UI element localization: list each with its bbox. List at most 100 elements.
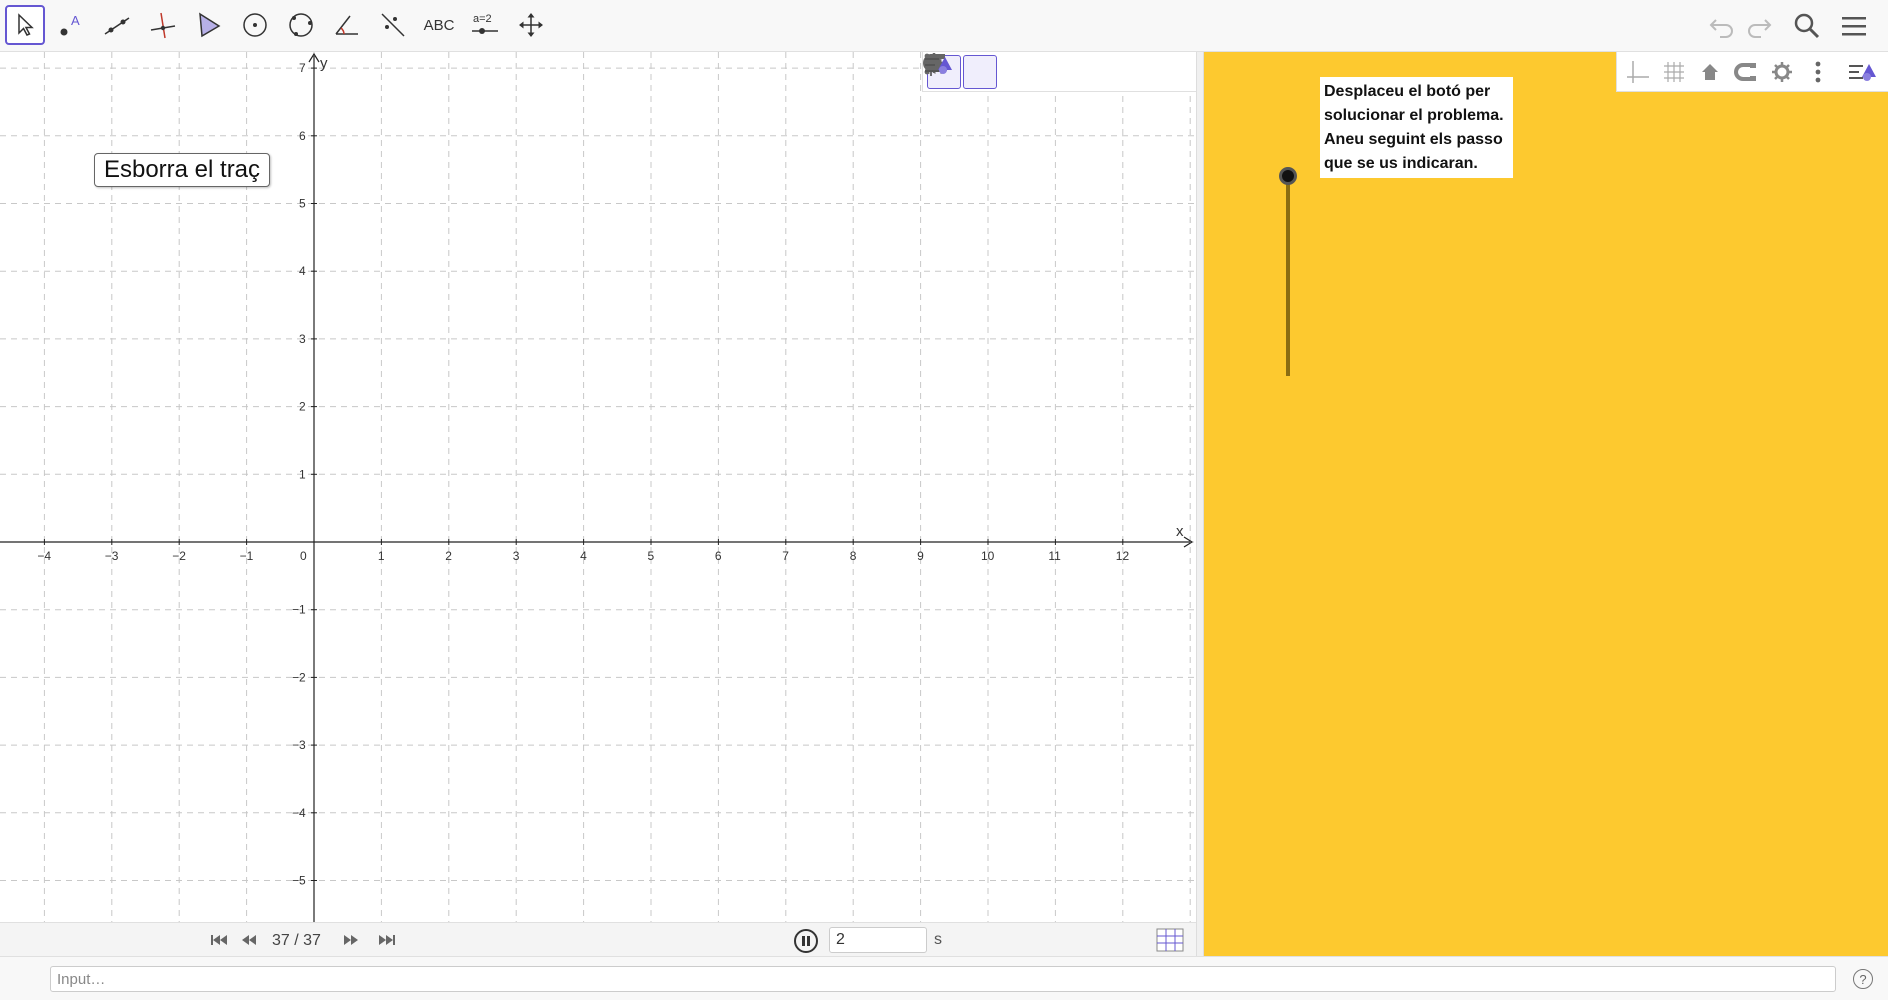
x-tick-label: −4 [37, 549, 51, 563]
last-step-button[interactable] [376, 931, 398, 949]
toggle-axes-button-2[interactable] [1621, 55, 1655, 89]
hamburger-menu-icon [1842, 17, 1866, 36]
previous-step-button[interactable] [238, 931, 260, 949]
vertical-slider-track[interactable] [1286, 176, 1290, 376]
main-toolbar: A ABC a=2 [0, 0, 1888, 52]
graphics-view-1[interactable]: −4 −3 −2 −1 0 1 2 3 4 5 6 7 8 9 10 11 12 7 6 5 4 3 2 1 −1 −2 −3 −4−… [0, 52, 1196, 922]
y-tick-label: −2 [292, 670, 306, 684]
toggle-style-bar-button[interactable] [925, 55, 1185, 89]
x-tick-label: 11 [1048, 549, 1061, 563]
instructions-line-3: Aneu seguint els passo [1324, 131, 1503, 148]
search-button[interactable] [1789, 8, 1825, 44]
point-tool-button[interactable]: A [51, 5, 91, 45]
y-tick-label: −5 [292, 874, 306, 888]
point-icon: A [60, 13, 80, 36]
y-tick-label: 1 [299, 467, 306, 481]
x-tick-label: 3 [513, 549, 520, 563]
y-tick-label: −1 [292, 603, 306, 617]
reflect-tool-button[interactable] [373, 5, 413, 45]
toggle-style-bar-button-2[interactable] [1845, 55, 1879, 89]
y-tick-label: −3 [292, 738, 306, 752]
slider-icon: a=2 [472, 13, 498, 34]
x-tick-label: 2 [445, 549, 452, 563]
perpendicular-line-tool-button[interactable] [143, 5, 183, 45]
next-step-button[interactable] [340, 931, 362, 949]
y-tick-label: 2 [299, 400, 306, 414]
toggle-grid-button[interactable] [925, 54, 997, 89]
table-view-icon [1156, 928, 1184, 952]
y-tick-label: 7 [299, 61, 306, 75]
input-help-button[interactable]: ? [1853, 969, 1873, 989]
slider-tool-button[interactable]: a=2 [465, 5, 505, 45]
graphics-1-style-bar [922, 52, 1196, 92]
home-icon [1702, 63, 1718, 80]
animation-bar: 37 / 37 s [0, 922, 1196, 956]
search-icon [1794, 13, 1820, 39]
x-tick-label: 1 [378, 549, 385, 563]
graphics-2-style-bar [1616, 52, 1888, 92]
more-options-button[interactable] [924, 53, 1141, 89]
svg-text:a=2: a=2 [473, 13, 492, 25]
move-arrows-icon [519, 13, 543, 37]
x-tick-label: 10 [981, 549, 995, 563]
view-divider-handle[interactable] [1196, 52, 1204, 956]
construction-step-label: 37 / 37 [272, 932, 321, 949]
circle-center-icon [243, 13, 267, 37]
angle-tool-button[interactable] [327, 5, 367, 45]
reflect-icon [381, 13, 405, 37]
circle-center-tool-button[interactable] [235, 5, 275, 45]
graphics-view-2[interactable]: Desplaceu el botó per solucionar el prob… [1204, 52, 1888, 956]
polygon-tool-button[interactable] [189, 5, 229, 45]
circle-three-points-icon [289, 13, 313, 37]
erase-trace-button[interactable]: Esborra el traç [94, 153, 270, 187]
skip-last-icon [379, 935, 395, 945]
home-view-button[interactable] [926, 55, 1033, 89]
point-capturing-button[interactable] [923, 54, 1069, 89]
y-tick-label: 4 [299, 264, 306, 278]
graphics-settings-button-2[interactable] [1765, 55, 1799, 89]
main-menu-button[interactable] [1836, 8, 1872, 44]
first-step-button[interactable] [208, 931, 230, 949]
polygon-icon [199, 12, 221, 38]
redo-button[interactable] [1741, 8, 1777, 44]
algebra-table-button[interactable] [1156, 928, 1184, 952]
y-tick-label: 5 [299, 197, 306, 211]
move-tool-button[interactable] [5, 5, 45, 45]
perpendicular-icon [150, 12, 176, 39]
pause-animation-button[interactable] [794, 929, 818, 953]
instructions-line-1: Desplaceu el botó per [1324, 83, 1491, 100]
vertical-slider-knob[interactable] [1279, 167, 1297, 185]
x-tick-label: −1 [240, 549, 254, 563]
angle-icon [335, 15, 358, 35]
redo-icon [1748, 19, 1772, 38]
x-tick-label: 8 [850, 549, 857, 563]
y-axis-name: y [320, 55, 328, 72]
style-bar-toggle-icon [1849, 63, 1876, 81]
y-tick-label: −4 [292, 806, 306, 820]
x-tick-label: 0 [300, 549, 307, 563]
home-view-button-2[interactable] [1693, 55, 1727, 89]
circle-three-points-tool-button[interactable] [281, 5, 321, 45]
point-capturing-button-2[interactable] [1729, 55, 1763, 89]
x-tick-label: 5 [648, 549, 655, 563]
speed-unit-label: s [934, 931, 942, 948]
x-tick-label: −3 [105, 549, 119, 563]
more-options-button-2[interactable] [1801, 55, 1835, 89]
toggle-grid-button-2[interactable] [1657, 55, 1691, 89]
line-tool-button[interactable] [97, 5, 137, 45]
geogebra-app: A ABC a=2 −4 −3 −2 −1 0 1 2 3 4 5 6 7 8 … [0, 0, 1888, 1000]
x-tick-label: 12 [1116, 549, 1130, 563]
undo-button[interactable] [1704, 8, 1740, 44]
magnet-icon [1734, 62, 1756, 81]
fast-forward-icon [344, 935, 358, 945]
animation-speed-input[interactable] [829, 927, 927, 953]
text-tool-label: ABC [423, 16, 455, 34]
rewind-icon [242, 935, 256, 945]
move-graphics-tool-button[interactable] [511, 5, 551, 45]
x-tick-label: 7 [782, 549, 789, 563]
text-tool-button[interactable]: ABC [419, 5, 459, 45]
pause-icon [802, 936, 810, 946]
graphics-settings-button[interactable] [924, 53, 1105, 89]
grid-icon [1664, 61, 1684, 82]
command-input[interactable] [50, 966, 1836, 992]
